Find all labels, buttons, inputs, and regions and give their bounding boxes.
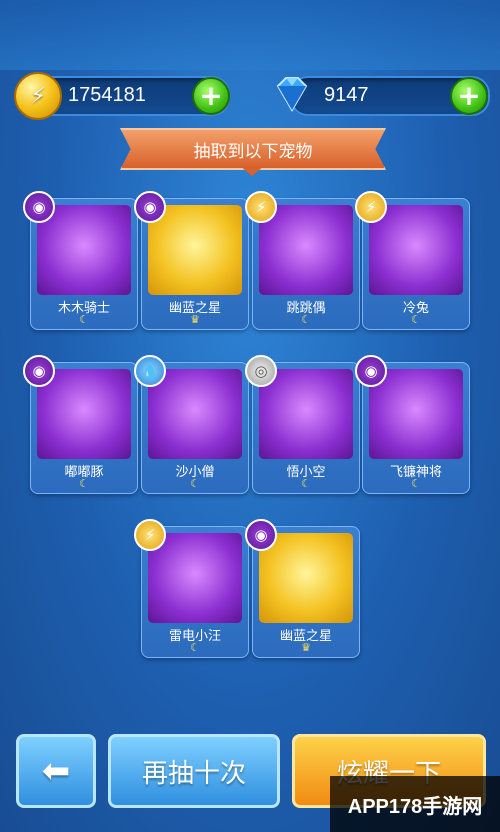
wind-element-icon: ◎ [245, 355, 277, 387]
rarity-icon: ☾ [190, 641, 200, 654]
pet-card[interactable]: ◉ 木木骑士 ☾ [23, 191, 138, 330]
thunder-element-icon: ⚡ [245, 191, 277, 223]
top-resource-bar [0, 0, 500, 70]
thunder-element-icon: ⚡ [355, 191, 387, 223]
pet-portrait-star [259, 533, 353, 623]
result-banner: 抽取到以下宠物 [120, 128, 386, 170]
pet-card[interactable]: ◉ 飞镰神将 ☾ [355, 355, 470, 494]
rarity-icon: ☾ [79, 313, 89, 326]
pet-portrait-pufferfish [37, 369, 131, 459]
add-gold-button[interactable]: + [192, 77, 230, 115]
pet-card[interactable]: ◉ 嘟嘟豚 ☾ [23, 355, 138, 494]
dark-element-icon: ◉ [23, 191, 55, 223]
dark-element-icon: ◉ [134, 191, 166, 223]
lightning-coin-icon: ⚡ [14, 72, 62, 120]
crown-icon: ♛ [190, 313, 200, 326]
back-button[interactable]: ⬅ [16, 734, 96, 808]
add-gem-button[interactable]: + [450, 77, 488, 115]
rarity-icon: ☾ [301, 477, 311, 490]
pet-portrait-knight [37, 205, 131, 295]
gem-amount: 9147 [324, 84, 369, 106]
banner-title: 抽取到以下宠物 [193, 141, 313, 162]
dark-element-icon: ◉ [23, 355, 55, 387]
pet-card[interactable]: ⚡ 雷电小汪 ☾ [134, 519, 249, 658]
back-arrow-icon: ⬅ [41, 751, 71, 791]
rarity-icon: ☾ [190, 477, 200, 490]
draw-again-label: 再抽十次 [141, 758, 246, 789]
rarity-icon: ☾ [411, 477, 421, 490]
draw-again-button[interactable]: 再抽十次 [108, 734, 280, 808]
rarity-icon: ☾ [301, 313, 311, 326]
pet-card[interactable]: ⚡ 跳跳偶 ☾ [245, 191, 360, 330]
pet-portrait-rabbit [369, 205, 463, 295]
rarity-icon: ☾ [411, 313, 421, 326]
pet-card[interactable]: ◎ 悟小空 ☾ [245, 355, 360, 494]
banner-pointer [240, 166, 264, 176]
pet-card[interactable]: 💧 沙小僧 ☾ [134, 355, 249, 494]
watermark: APP178手游网 [330, 776, 500, 832]
pet-portrait-puppy [148, 533, 242, 623]
pet-portrait-monk [148, 369, 242, 459]
dark-element-icon: ◉ [245, 519, 277, 551]
pet-portrait-monkey [259, 369, 353, 459]
pet-card[interactable]: ◉ 幽蓝之星 ♛ [134, 191, 249, 330]
pet-portrait-reaper [369, 369, 463, 459]
water-element-icon: 💧 [134, 355, 166, 387]
gold-amount: 1754181 [68, 84, 146, 106]
pet-card[interactable]: ⚡ 冷兔 ☾ [355, 191, 470, 330]
crown-icon: ♛ [301, 641, 311, 654]
pet-card[interactable]: ◉ 幽蓝之星 ♛ [245, 519, 360, 658]
dark-element-icon: ◉ [355, 355, 387, 387]
thunder-element-icon: ⚡ [134, 519, 166, 551]
pet-portrait-star [148, 205, 242, 295]
pet-portrait-jiangshi [259, 205, 353, 295]
rarity-icon: ☾ [79, 477, 89, 490]
diamond-icon [276, 77, 308, 112]
